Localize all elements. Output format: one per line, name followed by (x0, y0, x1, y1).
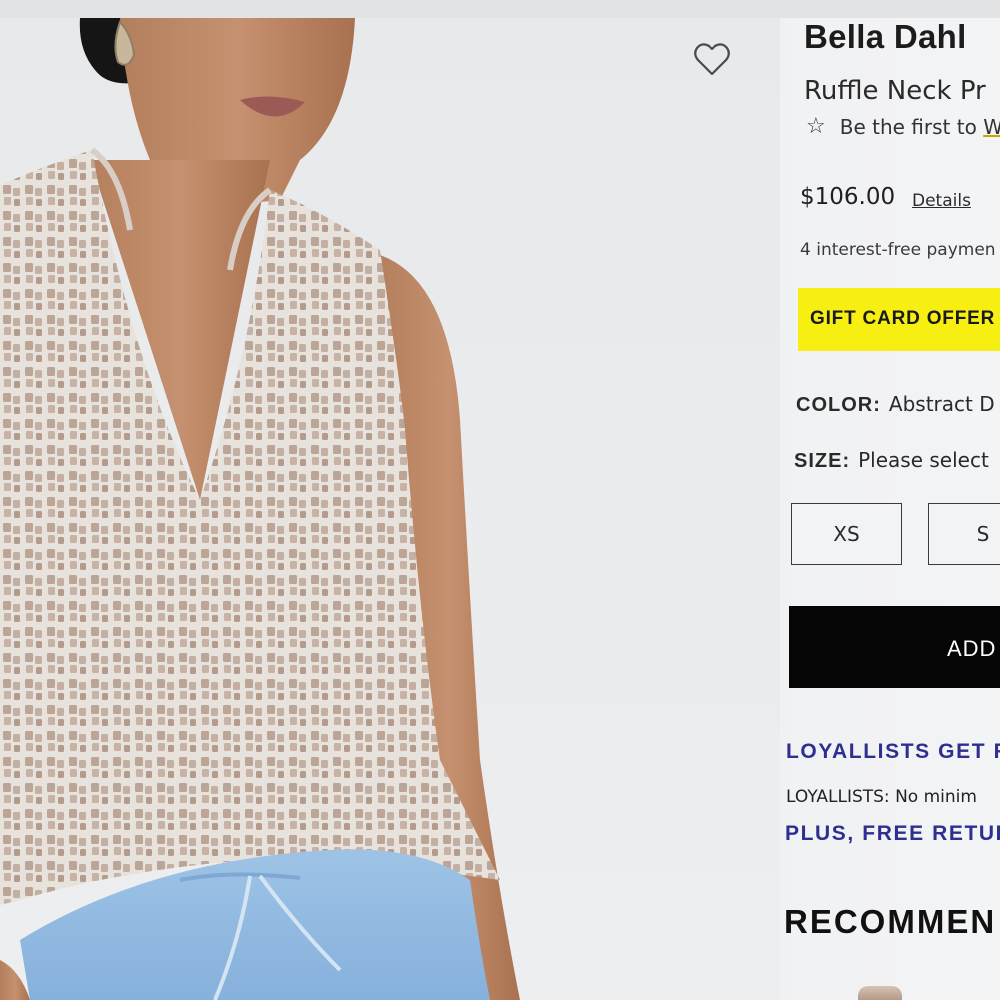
recommendations-heading: RECOMMEN (784, 903, 997, 940)
heart-outline-icon (694, 43, 730, 76)
write-review-link[interactable]: W (983, 115, 1000, 139)
add-to-bag-button[interactable]: ADD (789, 606, 1000, 688)
color-value: Abstract D (888, 392, 995, 416)
add-to-bag-label: ADD (947, 636, 997, 661)
loyalty-text: LOYALLISTS: No minim (786, 787, 977, 807)
product-page: Bella Dahl Ruffle Neck Pr ☆ Be the first… (0, 0, 1000, 1000)
installments-text: 4 interest-free paymen (800, 240, 996, 260)
size-option-s[interactable]: S (928, 503, 1000, 565)
brand-name[interactable]: Bella Dahl (804, 18, 967, 56)
size-option-xs[interactable]: XS (791, 503, 902, 565)
size-label: SIZE: (794, 450, 851, 472)
review-prompt-text: Be the first to (839, 114, 977, 139)
product-title: Ruffle Neck Pr (804, 76, 986, 106)
size-value: Please select (858, 448, 989, 472)
review-prompt[interactable]: ☆ Be the first to W (806, 114, 1000, 139)
gift-card-offer-banner[interactable]: GIFT CARD OFFER (798, 288, 1000, 351)
star-outline-icon: ☆ (806, 114, 826, 139)
color-label: COLOR: (796, 394, 881, 416)
color-selector: COLOR: Abstract D (796, 392, 995, 417)
price-details-link[interactable]: Details (912, 191, 971, 211)
top-band (0, 0, 1000, 18)
size-selector: SIZE: Please select (794, 448, 989, 473)
product-price: $106.00 (800, 184, 896, 210)
recommendation-thumbnail[interactable] (858, 986, 902, 1000)
gift-card-offer-label: GIFT CARD OFFER (810, 308, 996, 329)
model-photo (0, 0, 560, 1000)
product-image[interactable] (0, 0, 780, 1000)
loyalty-heading: LOYALLISTS GET F (786, 740, 1000, 763)
wishlist-button[interactable] (692, 40, 732, 78)
free-returns-link[interactable]: PLUS, FREE RETUR (785, 822, 1000, 846)
